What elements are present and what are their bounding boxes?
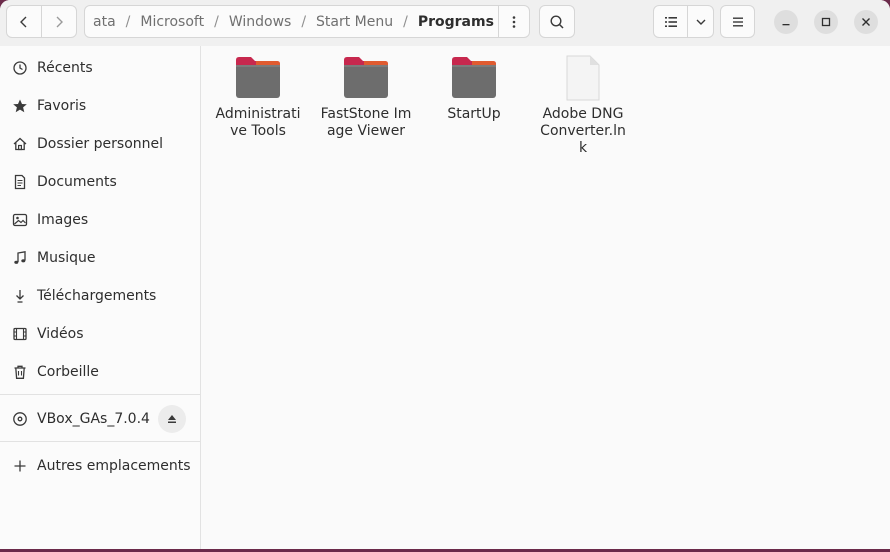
sidebar-item-label: Images [37,212,89,228]
close-button[interactable] [854,10,878,34]
view-buttons [653,5,714,38]
chevron-left-icon [20,16,27,27]
download-icon [12,288,28,304]
minimize-button[interactable] [774,10,798,34]
folder-icon [342,54,390,102]
sidebar-item-documents[interactable]: Documents [0,163,200,201]
breadcrumb-current[interactable]: Programs [416,14,496,30]
breadcrumb-separator: / [403,13,408,30]
plus-icon [12,458,28,474]
folder-icon [234,54,282,102]
folder-item[interactable]: FastStone Image Viewer [316,54,416,140]
sidebar-item-label: Récents [37,60,93,76]
folder-icon [450,54,498,102]
breadcrumb-item[interactable]: ata [91,14,118,30]
sidebar-item-label: Documents [37,174,117,190]
sidebar-item-other-locations[interactable]: Autres emplacements [0,447,200,485]
file-view: Administrative Tools FastStone Image Vie… [201,46,890,549]
breadcrumb-item[interactable]: Start Menu [314,14,395,30]
list-view-button[interactable] [653,5,688,38]
document-icon [12,174,28,190]
music-icon [12,250,28,266]
sidebar-item-favoris[interactable]: Favoris [0,87,200,125]
file-name: Adobe DNG Converter.lnk [540,106,626,156]
hamburger-icon [732,17,743,26]
eject-button[interactable] [158,405,186,433]
navigation-buttons [6,5,77,38]
sidebar-item-corbeille[interactable]: Corbeille [0,353,200,391]
main-menu-button[interactable] [720,5,755,38]
file-manager-window: ata / Microsoft / Windows / Start Menu /… [0,0,890,549]
chevron-right-icon [56,16,63,27]
close-icon [862,18,870,26]
sidebar-item-home[interactable]: Dossier personnel [0,125,200,163]
sidebar-item-device[interactable]: VBox_GAs_7.0.4 [0,400,200,438]
path-bar: ata / Microsoft / Windows / Start Menu /… [84,5,530,38]
sidebar-item-label: Téléchargements [37,288,157,304]
video-icon [12,326,28,342]
path-menu-button[interactable] [498,6,529,37]
sidebar-item-label: Vidéos [37,326,84,342]
sidebar-divider [0,394,200,395]
sidebar-item-label: Autres emplacements [37,458,191,474]
maximize-button[interactable] [814,10,838,34]
eject-icon [168,415,176,423]
search-button[interactable] [539,5,575,38]
disc-icon [12,411,28,427]
back-button[interactable] [6,5,42,38]
sidebar-item-label: Musique [37,250,96,266]
view-options-dropdown[interactable] [687,5,714,38]
minimize-icon [782,24,790,26]
search-icon [550,14,564,29]
star-icon [12,98,28,114]
sidebar-item-label: VBox_GAs_7.0.4 [37,411,150,427]
folder-item[interactable]: Administrative Tools [208,54,308,140]
sidebar-item-musique[interactable]: Musique [0,239,200,277]
sidebar-item-recents[interactable]: Récents [0,49,200,87]
file-name: FastStone Image Viewer [320,106,412,139]
sidebar-item-label: Favoris [37,98,87,114]
vertical-dots-icon [512,15,516,28]
breadcrumb-separator: / [214,13,219,30]
breadcrumb-item[interactable]: Microsoft [138,14,206,30]
folder-item[interactable]: StartUp [424,54,524,123]
sidebar-divider [0,441,200,442]
headerbar: ata / Microsoft / Windows / Start Menu /… [0,0,890,46]
sidebar-item-videos[interactable]: Vidéos [0,315,200,353]
sidebar: Récents Favoris Dossier personnel Docume… [0,46,201,549]
maximize-icon [821,17,831,27]
breadcrumb: ata / Microsoft / Windows / Start Menu /… [91,6,496,37]
generic-file-icon [559,54,607,102]
sidebar-item-telechargements[interactable]: Téléchargements [0,277,200,315]
list-view-icon [664,16,677,27]
sidebar-item-label: Dossier personnel [37,136,164,152]
chevron-down-icon [696,19,705,25]
file-name: StartUp [447,106,501,122]
sidebar-item-images[interactable]: Images [0,201,200,239]
breadcrumb-item[interactable]: Windows [227,14,294,30]
breadcrumb-separator: / [301,13,307,30]
trash-icon [12,364,28,380]
sidebar-item-label: Corbeille [37,364,99,380]
clock-icon [12,60,28,76]
file-name: Administrative Tools [215,106,301,139]
forward-button[interactable] [41,5,77,38]
home-icon [12,136,28,152]
image-icon [12,212,28,228]
breadcrumb-separator: / [125,13,131,30]
file-item[interactable]: Adobe DNG Converter.lnk [533,54,633,157]
